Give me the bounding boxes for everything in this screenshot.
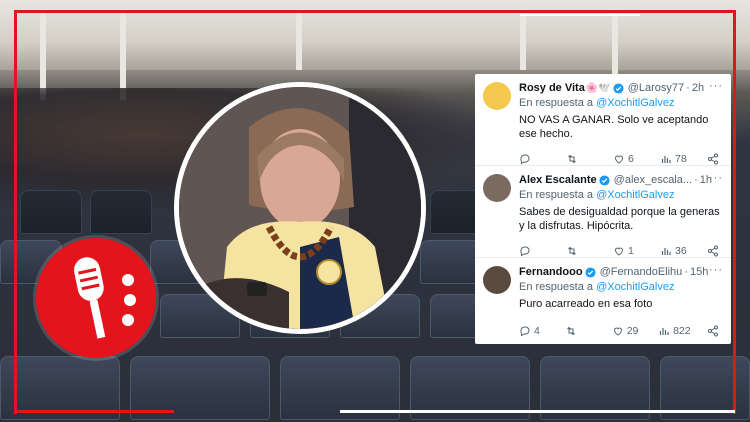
views-button[interactable]: 36 <box>660 245 690 257</box>
views-count: 822 <box>673 325 691 337</box>
tweet-reply[interactable]: ··· Alex Escalante @alex_escala... · 1h … <box>475 166 731 258</box>
tent-pole <box>40 10 46 100</box>
tweet-replies-panel: ··· Rosy de Vita 🌸🕊️ @Larosy77 · 2h En r… <box>475 74 731 344</box>
frame-border-left <box>14 10 17 414</box>
reply-icon <box>520 246 530 257</box>
separator-dot: · <box>684 266 688 278</box>
mention-link[interactable]: @XochitlGalvez <box>596 189 674 201</box>
retweet-button[interactable] <box>565 325 595 337</box>
author-handle[interactable]: @alex_escala... <box>614 174 692 186</box>
share-button[interactable] <box>707 245 721 257</box>
like-button[interactable]: 29 <box>612 325 642 337</box>
views-icon <box>661 248 671 255</box>
like-icon <box>614 247 624 256</box>
like-button[interactable]: 6 <box>613 153 643 165</box>
frame-accent <box>520 14 640 16</box>
tweet-text: Sabes de desigualdad porque la generas y… <box>519 206 720 232</box>
mention-link[interactable]: @XochitlGalvez <box>596 97 674 109</box>
more-options-icon[interactable]: ··· <box>709 264 723 276</box>
verified-badge-icon <box>599 174 610 186</box>
frame-border-top <box>14 10 736 13</box>
frame-border-bottom <box>14 410 174 413</box>
retweet-button[interactable] <box>566 153 596 165</box>
reply-icon <box>520 154 530 165</box>
tweet-text: Puro acarreado en esa foto <box>519 298 653 310</box>
views-button[interactable]: 822 <box>658 325 691 337</box>
reply-icon <box>520 326 530 337</box>
separator-dot: · <box>694 174 698 186</box>
tent-pole <box>520 10 526 70</box>
author-handle[interactable]: @FernandoElihu <box>600 266 683 278</box>
like-icon <box>613 327 622 336</box>
tweet-text: NO VAS A GANAR. Solo ve aceptando ese he… <box>519 114 709 140</box>
share-button[interactable] <box>707 325 721 337</box>
like-count: 1 <box>628 245 634 257</box>
author-name[interactable]: Fernandooo <box>519 266 583 278</box>
reply-context: En respuesta a @XochitlGalvez <box>519 188 723 203</box>
name-emoji: 🌸🕊️ <box>585 82 611 94</box>
retweet-icon <box>567 326 576 336</box>
reply-context: En respuesta a @XochitlGalvez <box>519 280 723 295</box>
reply-button[interactable]: 4 <box>519 325 549 337</box>
avatar[interactable] <box>483 82 511 110</box>
reply-context: En respuesta a @XochitlGalvez <box>519 96 723 111</box>
author-name[interactable]: Rosy de Vita <box>519 82 585 94</box>
tweet-reply[interactable]: ··· Fernandooo @FernandoElihu · 15h En r… <box>475 258 731 344</box>
author-name[interactable]: Alex Escalante <box>519 174 597 186</box>
like-button[interactable]: 1 <box>613 245 643 257</box>
verified-badge-icon <box>613 82 624 94</box>
frame-border-right <box>733 10 736 414</box>
author-handle[interactable]: @Larosy77 <box>628 82 684 94</box>
verified-badge-icon <box>585 266 596 278</box>
retweet-button[interactable] <box>566 245 596 257</box>
avatar[interactable] <box>483 174 511 202</box>
views-icon <box>661 156 671 163</box>
retweet-icon <box>568 154 576 164</box>
views-count: 36 <box>675 245 687 257</box>
like-icon <box>614 155 624 164</box>
views-count: 78 <box>675 153 687 165</box>
share-icon <box>707 325 718 337</box>
reply-button[interactable] <box>519 245 549 257</box>
tweet-reply[interactable]: ··· Rosy de Vita 🌸🕊️ @Larosy77 · 2h En r… <box>475 74 731 166</box>
portrait-photo <box>174 82 426 334</box>
separator-dot: · <box>686 82 690 94</box>
retweet-icon <box>568 246 576 256</box>
tweet-actions: 4 29 822 <box>519 319 723 343</box>
frame-border-bottom-white <box>340 410 735 413</box>
reply-prefix: En respuesta a <box>519 189 593 201</box>
microphone-logo-icon <box>36 238 156 358</box>
reply-prefix: En respuesta a <box>519 281 593 293</box>
timestamp[interactable]: 15h <box>690 266 708 278</box>
avatar[interactable] <box>483 266 511 294</box>
reply-button[interactable] <box>519 153 549 165</box>
tent-pole <box>296 10 302 70</box>
tent-pole <box>120 10 126 100</box>
share-icon <box>708 153 718 165</box>
more-options-icon[interactable]: ··· <box>709 172 723 184</box>
views-button[interactable]: 78 <box>660 153 690 165</box>
mention-link[interactable]: @XochitlGalvez <box>596 281 674 293</box>
reply-count: 4 <box>534 325 540 337</box>
more-options-icon[interactable]: ··· <box>709 80 723 92</box>
views-icon <box>659 328 669 335</box>
timestamp[interactable]: 2h <box>692 82 704 94</box>
like-count: 29 <box>626 325 639 337</box>
like-count: 6 <box>628 153 634 165</box>
reply-prefix: En respuesta a <box>519 97 593 109</box>
share-icon <box>708 245 718 257</box>
share-button[interactable] <box>707 153 721 165</box>
